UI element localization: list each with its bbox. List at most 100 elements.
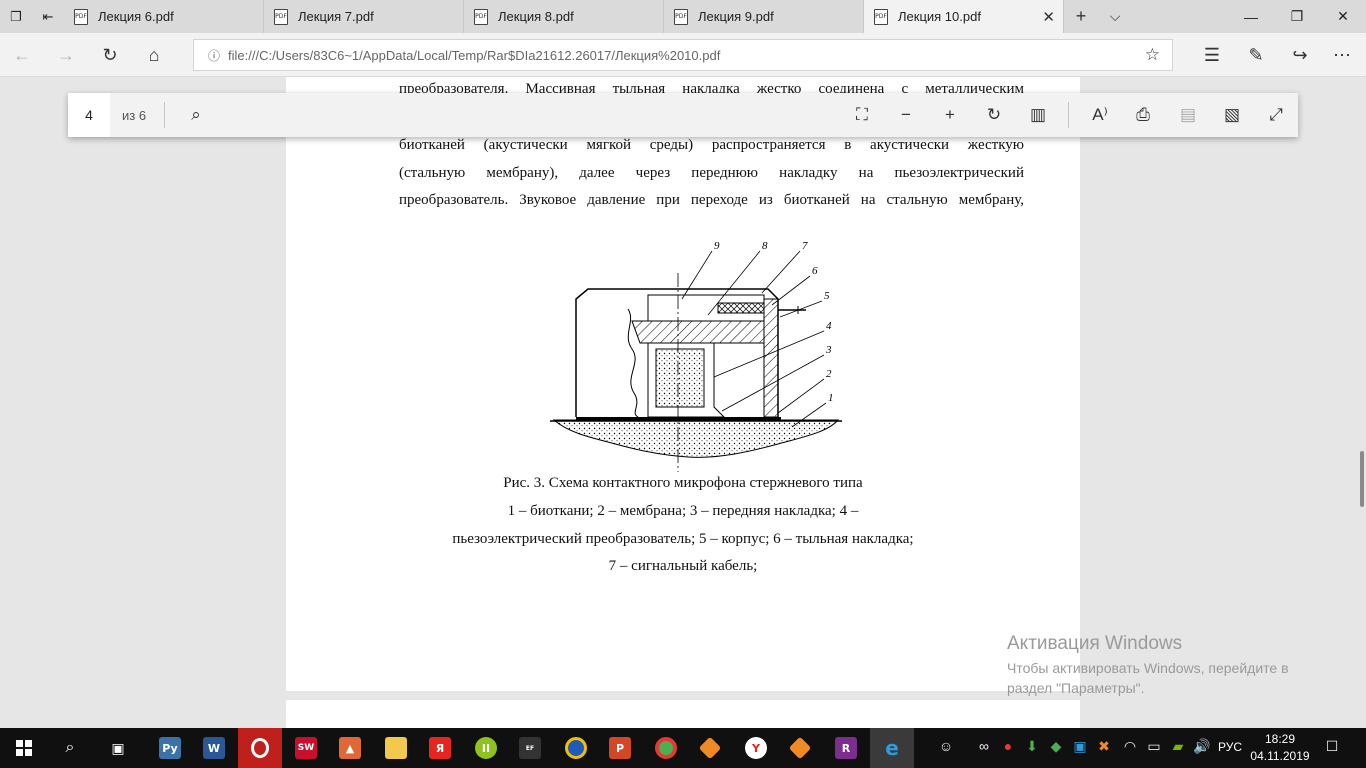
orange-app-2-icon[interactable] xyxy=(778,728,822,768)
zoom-in-icon[interactable]: + xyxy=(938,104,962,126)
document-text-line: биотканей (акустически мягкой среды) рас… xyxy=(399,137,1024,153)
address-bar[interactable]: ⓘ file:///C:/Users/83C6~1/AppData/Local/… xyxy=(193,39,1173,71)
close-tab-icon[interactable]: ✕ xyxy=(1042,8,1055,26)
pdf-viewer[interactable]: преобразователя. Массивная тыльная накла… xyxy=(0,77,1366,728)
tab-lecture-9[interactable]: PDF Лекция 9.pdf xyxy=(664,0,864,33)
tab-label: Лекция 8.pdf xyxy=(498,9,574,24)
pen-notes-icon[interactable]: ✎ xyxy=(1240,39,1272,71)
yandex-browser-icon[interactable]: Y xyxy=(734,728,778,768)
battery-icon[interactable]: ▭ xyxy=(1144,738,1164,755)
figure-legend-line: пьезоэлектрический преобразователь; 5 – … xyxy=(452,531,914,547)
watermark-subtitle: Чтобы активировать Windows, перейдите в … xyxy=(1007,660,1289,696)
scrollbar-thumb[interactable] xyxy=(1360,451,1364,507)
figure-label: 1 xyxy=(828,392,834,404)
figure-label: 5 xyxy=(824,290,830,302)
matlab-app-icon[interactable]: ▲ xyxy=(328,728,372,768)
favorite-star-icon[interactable]: ☆ xyxy=(1145,45,1160,65)
tab-lecture-7[interactable]: PDF Лекция 7.pdf xyxy=(264,0,464,33)
fullscreen-icon[interactable]: ⤢ xyxy=(1264,104,1288,126)
tray-app-icon[interactable]: ∞ xyxy=(974,738,994,754)
set-aside-tabs-icon[interactable]: ⇤ xyxy=(32,0,64,33)
more-menu-icon[interactable]: ⋯ xyxy=(1326,39,1358,71)
toolbar-divider xyxy=(1068,102,1069,128)
start-button[interactable] xyxy=(2,728,46,768)
powerpoint-app-icon[interactable]: P xyxy=(598,728,642,768)
page-number-input[interactable]: 4 xyxy=(68,93,110,137)
figure-label: 7 xyxy=(802,240,808,252)
search-icon[interactable]: ⌕ xyxy=(184,104,208,126)
tab-bar: ❐ ⇤ PDF Лекция 6.pdf PDF Лекция 7.pdf PD… xyxy=(0,0,1366,33)
tab-preview-icon[interactable]: ❐ xyxy=(0,0,32,33)
tab-lecture-10[interactable]: PDF Лекция 10.pdf ✕ xyxy=(864,0,1064,33)
refresh-button[interactable]: ↻ xyxy=(94,39,126,71)
cable-shape xyxy=(717,302,765,314)
zoom-out-icon[interactable]: − xyxy=(894,104,918,126)
fit-page-icon[interactable]: ⛶ xyxy=(850,104,874,126)
figure-label: 9 xyxy=(714,240,720,252)
pdf-icon: PDF xyxy=(274,8,288,25)
edge-app-icon[interactable]: e xyxy=(870,728,914,768)
tab-list-chevron-icon[interactable]: ⌵ xyxy=(1098,0,1132,33)
biotissue-shape xyxy=(552,419,840,458)
tab-label: Лекция 6.pdf xyxy=(98,9,174,24)
chrome-app-icon[interactable] xyxy=(644,728,688,768)
tab-lecture-6[interactable]: PDF Лекция 6.pdf xyxy=(64,0,264,33)
tray-app-icon[interactable]: ● xyxy=(998,738,1018,754)
save-icon[interactable]: ▤ xyxy=(1176,104,1200,126)
word-app-icon[interactable]: W xyxy=(192,728,236,768)
restore-button[interactable]: ❐ xyxy=(1274,0,1320,33)
tray-app-icon[interactable]: ▣ xyxy=(1070,738,1090,755)
home-button[interactable]: ⌂ xyxy=(138,39,170,71)
taskbar: ⌕ ▣ Py W SW ▲ Я II EF P Y R e ☺ ∞ ● ⬇ ◆ … xyxy=(0,728,1366,768)
info-icon[interactable]: ⓘ xyxy=(200,47,228,64)
print-icon[interactable]: ⎙ xyxy=(1131,104,1155,126)
clock[interactable]: 18:29 04.11.2019 xyxy=(1250,731,1310,765)
volume-icon[interactable]: 🔊 xyxy=(1192,738,1212,755)
document-text-line: преобразователь. Звуковое давление при п… xyxy=(399,192,1024,208)
notifications-icon[interactable]: ☐ xyxy=(1322,738,1342,755)
green-app-icon[interactable]: II xyxy=(464,728,508,768)
url-text: file:///C:/Users/83C6~1/AppData/Local/Te… xyxy=(228,47,721,63)
new-tab-button[interactable]: + xyxy=(1064,0,1098,33)
tab-lecture-8[interactable]: PDF Лекция 8.pdf xyxy=(464,0,664,33)
close-window-button[interactable]: ✕ xyxy=(1320,0,1366,33)
language-indicator[interactable]: РУС xyxy=(1218,740,1242,754)
yandex-app-icon[interactable]: Я xyxy=(418,728,462,768)
task-view-icon[interactable]: ▣ xyxy=(96,728,140,768)
figure-label: 6 xyxy=(812,265,818,277)
share-icon[interactable]: ↪ xyxy=(1284,39,1316,71)
clock-date: 04.11.2019 xyxy=(1250,749,1310,763)
tray-app-icon[interactable]: ◆ xyxy=(1046,738,1066,755)
wifi-icon[interactable]: ◠ xyxy=(1120,738,1140,755)
document-text-line: (стальную мембрану), далее через передню… xyxy=(399,165,1024,181)
navigation-bar: ← → ↻ ⌂ ⓘ file:///C:/Users/83C6~1/AppDat… xyxy=(0,33,1366,77)
forward-button[interactable]: → xyxy=(50,39,82,71)
read-aloud-icon[interactable]: A⁾ xyxy=(1088,104,1112,126)
pdf-icon: PDF xyxy=(474,8,488,25)
enemy-front-app-icon[interactable]: EF xyxy=(508,728,552,768)
rotate-icon[interactable]: ↻ xyxy=(982,104,1006,126)
tab-label: Лекция 9.pdf xyxy=(698,9,774,24)
figure-label: 8 xyxy=(762,240,768,252)
search-icon[interactable]: ⌕ xyxy=(48,728,92,768)
favorites-hub-icon[interactable]: ☰ xyxy=(1196,39,1228,71)
tray-app-icon[interactable]: ✖ xyxy=(1094,738,1114,755)
solidworks-app-icon[interactable]: SW xyxy=(284,728,328,768)
winrar-app-icon[interactable]: R xyxy=(824,728,868,768)
orange-app-icon[interactable] xyxy=(688,728,732,768)
clock-time: 18:29 xyxy=(1264,732,1296,746)
minimize-button[interactable]: — xyxy=(1228,0,1274,33)
people-icon[interactable]: ☺ xyxy=(936,738,956,754)
python-app-icon[interactable]: Py xyxy=(148,728,192,768)
pdf-page: преобразователя. Массивная тыльная накла… xyxy=(286,77,1080,691)
opera-app-icon[interactable] xyxy=(238,728,282,768)
nvidia-icon[interactable]: ▰ xyxy=(1168,738,1188,755)
download-tray-icon[interactable]: ⬇ xyxy=(1022,738,1042,755)
page-layout-icon[interactable]: ▥ xyxy=(1026,104,1050,126)
save-as-icon[interactable]: ▧ xyxy=(1220,104,1244,126)
membrane-shape xyxy=(576,417,781,421)
blue-circle-app-icon[interactable] xyxy=(554,728,598,768)
file-explorer-icon[interactable] xyxy=(374,728,418,768)
pdf-icon: PDF xyxy=(674,8,688,25)
back-button[interactable]: ← xyxy=(6,39,38,71)
